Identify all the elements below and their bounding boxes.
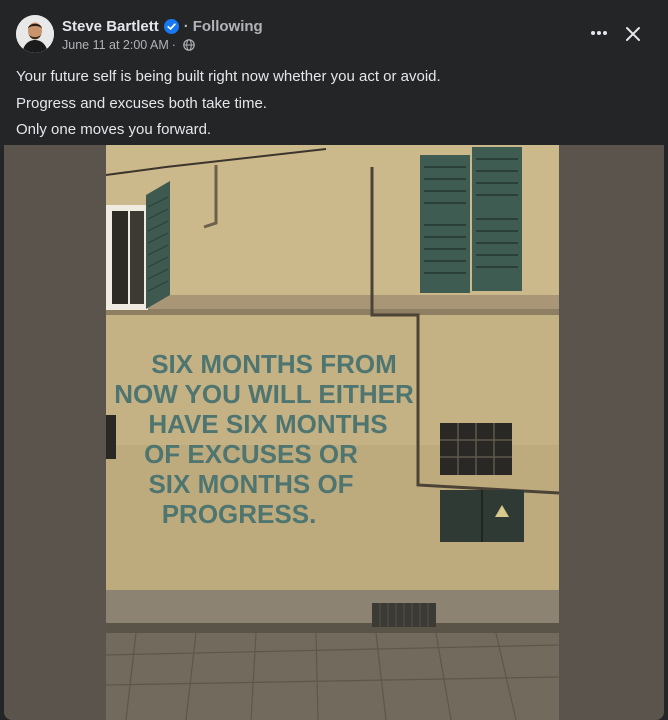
post-card: Steve Bartlett · Following June 11 at 2:… <box>4 4 664 720</box>
wall-text-line: NOW YOU WILL EITHER <box>114 379 414 409</box>
post-header: Steve Bartlett · Following June 11 at 2:… <box>4 4 664 64</box>
post-text-line: Only one moves you forward. <box>16 121 212 138</box>
name-separator: · <box>183 17 189 35</box>
wall-text-line: HAVE SIX MONTHS <box>148 409 387 439</box>
author-row: Steve Bartlett · Following <box>62 16 263 36</box>
author-name[interactable]: Steve Bartlett <box>62 18 159 35</box>
wall-text-line: OF EXCUSES OR <box>144 439 358 469</box>
close-button[interactable] <box>618 20 648 48</box>
post-text-line: Your future self is being built right no… <box>16 68 441 85</box>
post-media[interactable]: SIX MONTHS FROM NOW YOU WILL EITHER HAVE… <box>4 145 664 720</box>
following-button[interactable]: Following <box>193 18 263 35</box>
verified-badge-icon <box>163 18 179 34</box>
wall-text-line: PROGRESS. <box>162 499 317 529</box>
post-meta: June 11 at 2:00 AM · <box>62 38 195 52</box>
wall-text-line: SIX MONTHS FROM <box>151 349 397 379</box>
post-text-line: Progress and excuses both take time. <box>16 94 267 112</box>
post-photo[interactable]: SIX MONTHS FROM NOW YOU WILL EITHER HAVE… <box>106 145 559 720</box>
close-icon <box>626 27 640 41</box>
globe-icon[interactable] <box>183 39 195 51</box>
post-body: Your future self is being built right no… <box>16 64 646 144</box>
post-timestamp[interactable]: June 11 at 2:00 AM <box>62 38 169 52</box>
more-options-button[interactable] <box>584 22 614 44</box>
wall-text-line: SIX MONTHS OF <box>148 469 353 499</box>
meta-separator: · <box>171 38 176 52</box>
avatar-image <box>16 15 54 53</box>
author-avatar[interactable] <box>16 15 54 53</box>
more-horizontal-icon <box>591 31 607 35</box>
